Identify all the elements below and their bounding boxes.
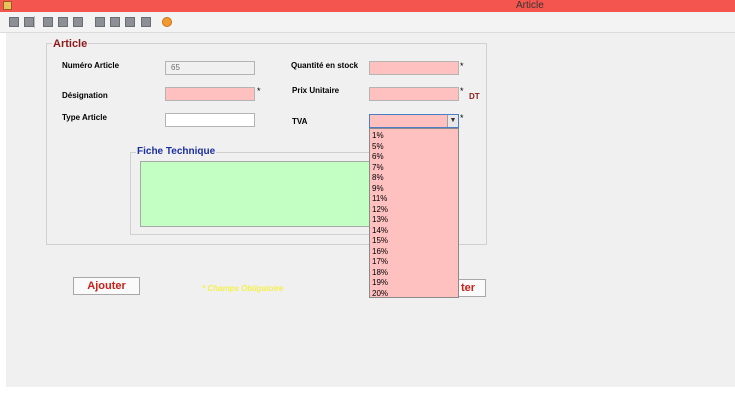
numero-field[interactable]: 65	[165, 61, 255, 75]
prev-icon[interactable]	[95, 17, 105, 27]
toolbar	[0, 12, 735, 33]
tva-option[interactable]: 1%	[370, 131, 458, 142]
fiche-technique-title: Fiche Technique	[136, 146, 217, 157]
first-icon[interactable]	[73, 17, 83, 27]
quantite-field[interactable]	[369, 61, 459, 75]
tva-option[interactable]: 6%	[370, 152, 458, 163]
exit-icon[interactable]	[162, 17, 172, 27]
numero-label: Numéro Article	[62, 61, 120, 70]
ajouter-button[interactable]: Ajouter	[73, 277, 140, 295]
tva-required-mark: *	[460, 113, 464, 123]
designation-label: Désignation	[62, 91, 108, 100]
app-icon	[3, 1, 12, 10]
chevron-down-icon[interactable]: ▼	[447, 115, 458, 127]
tva-option[interactable]: 7%	[370, 163, 458, 174]
currency-label: DT	[469, 92, 480, 101]
tva-option[interactable]: 16%	[370, 247, 458, 258]
tva-option[interactable]: 11%	[370, 194, 458, 205]
tva-option[interactable]: 12%	[370, 205, 458, 216]
toolbar-separator	[34, 16, 35, 28]
save-icon[interactable]	[24, 17, 34, 27]
tva-option[interactable]: 15%	[370, 236, 458, 247]
title-bar: Article	[0, 0, 735, 12]
delete-icon[interactable]	[58, 17, 68, 27]
prix-required-mark: *	[460, 86, 464, 96]
tva-option[interactable]: 13%	[370, 215, 458, 226]
tva-option[interactable]: 5%	[370, 142, 458, 153]
type-label: Type Article	[62, 113, 107, 122]
last-icon[interactable]	[125, 17, 135, 27]
tva-option[interactable]: 17%	[370, 257, 458, 268]
next-icon[interactable]	[110, 17, 120, 27]
tva-option[interactable]: 18%	[370, 268, 458, 279]
required-fields-note: * Champs Obligatoire	[202, 284, 284, 293]
tva-option[interactable]: 19%	[370, 278, 458, 289]
fiche-technique-textarea[interactable]	[140, 161, 374, 227]
tva-dropdown-list[interactable]: 1% 5% 6% 7% 8% 9% 11% 12% 13% 14% 15% 16…	[369, 128, 459, 298]
tva-option[interactable]: 9%	[370, 184, 458, 195]
article-group-title: Article	[52, 38, 89, 50]
prix-field[interactable]	[369, 87, 459, 101]
tva-option[interactable]: 14%	[370, 226, 458, 237]
designation-required-mark: *	[257, 86, 261, 96]
quantite-required-mark: *	[460, 61, 464, 71]
tva-label: TVA	[292, 117, 308, 126]
tva-option[interactable]: 8%	[370, 173, 458, 184]
designation-field[interactable]	[165, 87, 255, 101]
window-title: Article	[516, 0, 544, 11]
quantite-label: Quantité en stock	[291, 61, 359, 70]
tva-select[interactable]: ▼	[369, 114, 459, 128]
type-field[interactable]	[165, 113, 255, 127]
edit-icon[interactable]	[43, 17, 53, 27]
add-icon[interactable]	[9, 17, 19, 27]
refresh-icon[interactable]	[141, 17, 151, 27]
prix-label: Prix Unitaire	[292, 86, 340, 95]
tva-option[interactable]: 20%	[370, 289, 458, 300]
